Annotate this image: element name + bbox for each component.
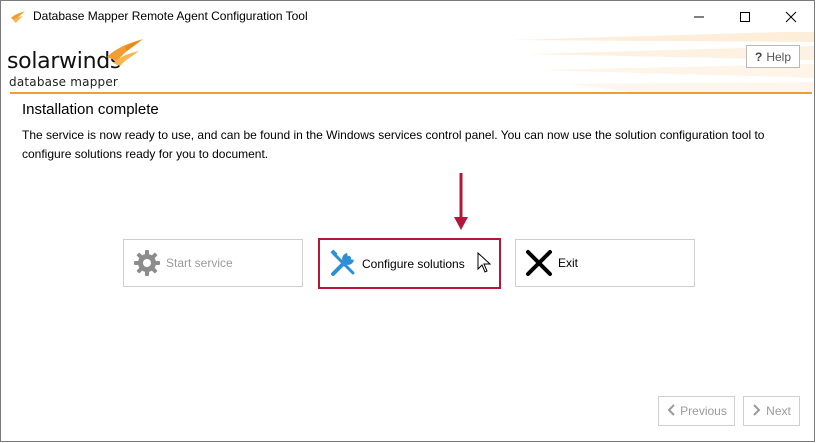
exit-label: Exit [558,256,579,270]
window-title: Database Mapper Remote Agent Configurati… [33,9,308,23]
page-title: Installation complete [22,101,159,118]
chevron-right-icon [752,403,762,419]
maximize-icon [740,11,750,22]
page-description: The service is now ready to use, and can… [22,128,765,161]
start-service-button[interactable]: Start service [123,239,303,287]
help-button[interactable]: ? Help [746,45,800,68]
help-label: Help [766,49,792,64]
brand-product-name: database mapper [9,75,119,89]
gear-icon [132,248,162,278]
minimize-button[interactable] [676,1,722,32]
chevron-left-icon [666,403,676,419]
start-service-label: Start service [166,256,233,270]
app-window: Database Mapper Remote Agent Configurati… [0,0,815,442]
header-divider [10,92,812,94]
x-icon [524,248,554,278]
next-label: Next [766,404,791,418]
previous-label: Previous [680,404,727,418]
wrench-screwdriver-icon [328,248,358,279]
brand-logo-text: solarwinds [7,49,122,74]
previous-button[interactable]: Previous [658,396,735,426]
title-bar[interactable]: Database Mapper Remote Agent Configurati… [1,1,814,32]
next-button[interactable]: Next [743,396,800,426]
question-icon: ? [754,49,763,64]
arrow-down-icon [454,173,468,230]
configure-solutions-button[interactable]: Configure solutions [318,238,501,289]
exit-button[interactable]: Exit [515,239,695,287]
close-button[interactable] [768,1,814,32]
header: solarwinds database mapper ? Help [1,32,814,92]
maximize-button[interactable] [722,1,768,32]
close-icon [785,11,797,22]
solarwinds-flame-icon [10,9,26,25]
mouse-cursor-icon [477,252,492,273]
configure-solutions-label: Configure solutions [362,256,465,271]
minimize-icon [694,16,704,17]
logo-flame-icon [107,39,143,66]
